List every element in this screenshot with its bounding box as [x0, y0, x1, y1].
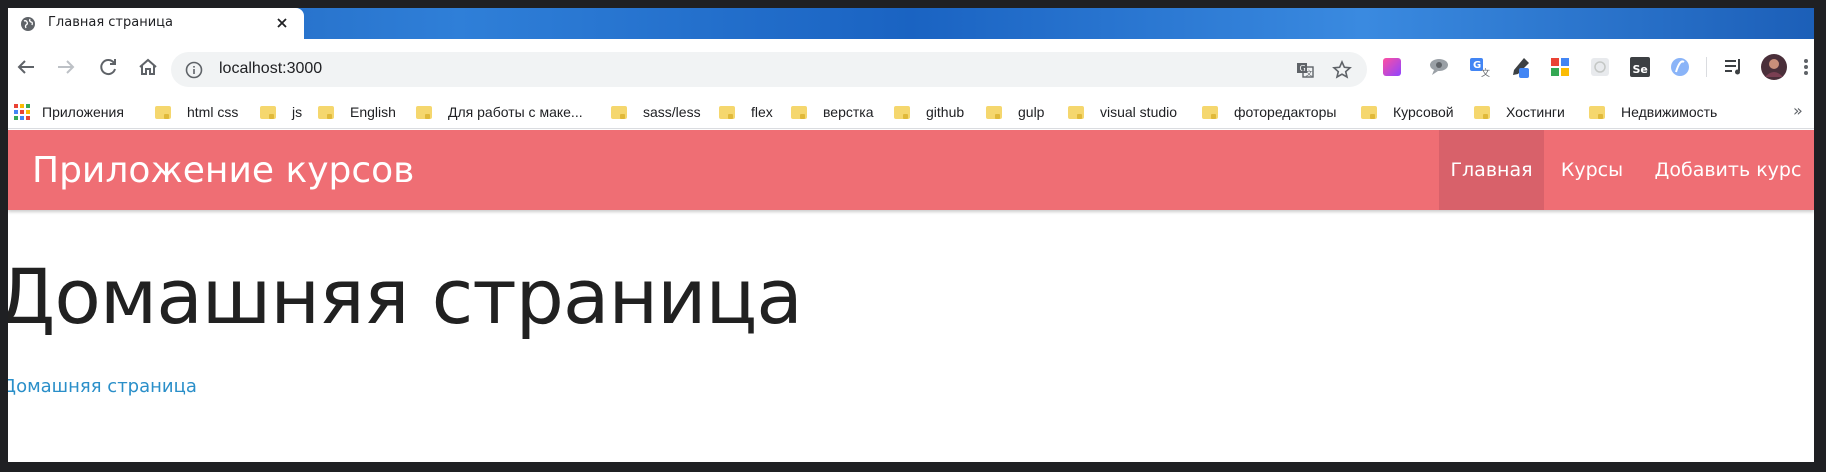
folder-icon	[318, 105, 334, 119]
bookmark-label: Хостинги	[1506, 104, 1565, 120]
folder-icon	[1202, 105, 1218, 119]
bookmark-label: js	[292, 104, 303, 120]
nav-link-courses[interactable]: Курсы	[1551, 130, 1633, 210]
bookmarks-overflow-button[interactable]: »	[1793, 101, 1803, 120]
toolbar-divider	[1706, 57, 1707, 77]
eyedropper-icon[interactable]	[1508, 55, 1532, 79]
forward-arrow-icon[interactable]	[54, 55, 78, 79]
bookmark-label: Недвижимость	[1621, 104, 1718, 120]
bookmark-label: Для работы с маке...	[448, 104, 583, 120]
globe-icon	[21, 17, 35, 31]
browser-toolbar: localhost:3000 G 文 G 文 Se	[8, 39, 1814, 96]
bookmark-folder[interactable]: Хостинги	[1474, 102, 1565, 122]
bookmark-folder[interactable]: верстка	[791, 102, 873, 122]
svg-text:文: 文	[1481, 67, 1490, 79]
svg-text:Se: Se	[1633, 63, 1648, 76]
bookmark-label: flex	[751, 104, 773, 120]
profile-avatar[interactable]	[1760, 53, 1788, 81]
chat-bubble-icon[interactable]	[1427, 55, 1451, 79]
folder-icon	[155, 105, 171, 119]
folder-icon	[1068, 105, 1084, 119]
folder-icon	[791, 105, 807, 119]
bookmark-label: html css	[187, 104, 239, 120]
bookmark-folder[interactable]: flex	[719, 102, 773, 122]
back-arrow-icon[interactable]	[14, 55, 38, 79]
bookmark-label: фоторедакторы	[1234, 104, 1337, 120]
playlist-icon[interactable]	[1722, 55, 1746, 79]
bookmark-folder[interactable]: Недвижимость	[1589, 102, 1717, 122]
bookmark-label: Курсовой	[1393, 104, 1454, 120]
folder-icon	[1361, 105, 1377, 119]
home-icon[interactable]	[136, 55, 160, 79]
active-tab[interactable]: Главная страница	[8, 8, 304, 39]
translate-icon[interactable]: G 文	[1295, 60, 1315, 80]
bookmark-apps[interactable]: Приложения	[14, 102, 124, 122]
folder-icon	[894, 105, 910, 119]
color-gradient-icon[interactable]	[1380, 55, 1404, 79]
info-icon[interactable]	[185, 61, 203, 79]
bookmark-label: верстка	[823, 104, 874, 120]
home-page-link[interactable]: Домашняя страница	[8, 376, 197, 397]
reload-icon[interactable]	[96, 55, 120, 79]
pattern-icon[interactable]	[1588, 55, 1612, 79]
star-icon[interactable]	[1332, 60, 1352, 80]
more-vert-icon[interactable]	[1800, 55, 1812, 79]
bookmarks-bar: Приложения html css js English Для работ…	[8, 96, 1814, 129]
nav-link-add-course[interactable]: Добавить курс	[1648, 130, 1808, 210]
close-icon[interactable]	[275, 16, 289, 30]
tab-title: Главная страница	[48, 15, 173, 30]
site-navbar: Приложение курсов Главная Курсы Добавить…	[8, 130, 1814, 210]
folder-icon	[611, 105, 627, 119]
url-text[interactable]: localhost:3000	[219, 60, 322, 78]
bookmark-label: Приложения	[42, 104, 124, 120]
tab-strip: Главная страница	[8, 8, 1814, 39]
google-translate-icon[interactable]: G 文	[1468, 55, 1492, 79]
circle-logo-icon[interactable]	[1668, 55, 1692, 79]
folder-icon	[260, 105, 276, 119]
page-title: Домашняя страница	[8, 252, 803, 341]
bookmark-folder[interactable]: Курсовой	[1361, 102, 1454, 122]
bookmark-label: sass/less	[643, 104, 701, 120]
folder-icon	[986, 105, 1002, 119]
bookmark-folder[interactable]: js	[260, 102, 302, 122]
svg-text:文: 文	[1306, 69, 1313, 78]
folder-icon	[1589, 105, 1605, 119]
address-bar[interactable]: localhost:3000 G 文	[171, 52, 1367, 87]
svg-text:G: G	[1473, 60, 1481, 71]
bookmark-folder[interactable]: sass/less	[611, 102, 701, 122]
bookmark-label: github	[926, 104, 965, 120]
bookmark-folder[interactable]: фоторедакторы	[1202, 102, 1336, 122]
bookmark-folder[interactable]: github	[894, 102, 964, 122]
bookmark-label: gulp	[1018, 104, 1045, 120]
bookmark-folder[interactable]: Для работы с маке...	[416, 102, 583, 122]
bookmark-label: visual studio	[1100, 104, 1178, 120]
site-brand[interactable]: Приложение курсов	[32, 150, 414, 191]
browser-window: Главная страница localhost:3000 G 文 G 文 …	[8, 8, 1814, 462]
bookmark-folder[interactable]: gulp	[986, 102, 1044, 122]
bookmark-folder[interactable]: visual studio	[1068, 102, 1177, 122]
nav-link-home[interactable]: Главная	[1439, 130, 1544, 210]
selenium-icon[interactable]: Se	[1628, 55, 1652, 79]
folder-icon	[416, 105, 432, 119]
apps-grid-icon	[14, 104, 30, 120]
folder-icon	[1474, 105, 1490, 119]
bookmark-label: English	[350, 104, 396, 120]
folder-icon	[719, 105, 735, 119]
bookmark-folder[interactable]: English	[318, 102, 396, 122]
grid-app-icon[interactable]	[1548, 55, 1572, 79]
bookmark-folder[interactable]: html css	[155, 102, 238, 122]
